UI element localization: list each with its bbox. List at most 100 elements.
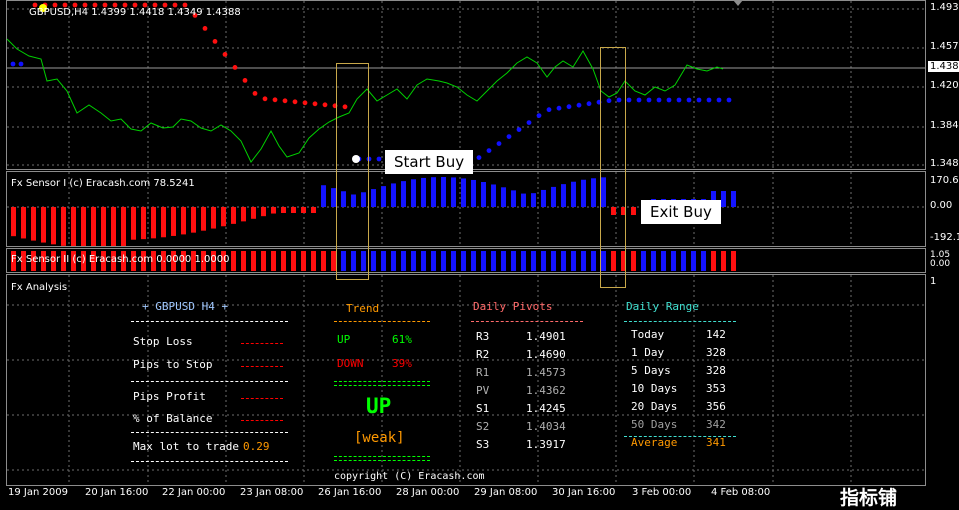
sensor1-bar (231, 207, 236, 224)
shift-marker-icon[interactable] (733, 0, 743, 6)
stop-loss-label: Stop Loss (133, 335, 193, 348)
sensor1-bar (61, 207, 66, 246)
sensor1-bar (381, 186, 386, 207)
pips-to-stop-label: Pips to Stop (133, 358, 213, 371)
sar-dot-blue (646, 97, 652, 103)
pivot-row-value: 1.4690 (526, 348, 566, 361)
sar-dot-red (322, 102, 328, 108)
sensor2-bar (641, 251, 646, 271)
range-title: Daily Range (626, 300, 699, 313)
sensor1-bar (731, 191, 736, 207)
pivot-row-value: 1.3917 (526, 438, 566, 451)
range-row-value: 353 (706, 382, 726, 395)
sensor1-bar (241, 207, 246, 222)
price-ylabel: 1.457 (930, 41, 959, 52)
sar-dot-red (302, 100, 308, 106)
divider (131, 321, 288, 322)
divider (334, 460, 430, 461)
sensor1-bar (511, 190, 516, 207)
trend-up-pct: 61% (392, 333, 412, 346)
divider (334, 321, 430, 322)
sar-dot-blue (586, 101, 592, 107)
sensor2-bar (731, 251, 736, 271)
sensor2-bar (311, 251, 316, 271)
range-row-value: 142 (706, 328, 726, 341)
sensor2-bar (581, 251, 586, 271)
sar-dot-blue (716, 97, 722, 103)
start-buy-callout: Start Buy (385, 150, 474, 174)
sar-dot-blue (496, 141, 502, 147)
sar-dot-blue (566, 104, 572, 110)
trend-title: Trend (346, 302, 380, 315)
sensor1-panel[interactable]: Fx Sensor I (c) Eracash.com 78.5241 (6, 171, 926, 247)
divider (334, 381, 430, 382)
sar-dot-blue (546, 107, 552, 113)
divider (131, 432, 288, 433)
sensor2-bar (721, 251, 726, 271)
range-row-value: 341 (706, 436, 726, 449)
pivot-row-value: 1.4901 (526, 330, 566, 343)
sar-dot-red (232, 65, 238, 70)
price-ylabel: 1.384 (930, 120, 959, 131)
sensor1-bar (721, 191, 726, 207)
sensor2-bar (541, 251, 546, 271)
sensor1-bar (391, 183, 396, 207)
sensor1-ylabel: -192.1 (930, 232, 959, 243)
sensor1-bar (171, 207, 176, 236)
sensor1-bar (211, 207, 216, 229)
price-chart (7, 1, 925, 169)
exit-buy-highlight (600, 47, 626, 288)
sensor2-bar (241, 251, 246, 271)
time-label: 4 Feb 08:00 (711, 487, 771, 498)
sensor2-bar (391, 251, 396, 271)
pivot-row-label: R3 (476, 330, 490, 343)
pivots-title: Daily Pivots (473, 300, 553, 313)
max-lot-label: Max lot to trade (133, 440, 239, 453)
sensor2-bar (381, 251, 386, 271)
sensor2-bar (471, 251, 476, 271)
sensor1-bar (21, 207, 26, 239)
sensor2-bar (591, 251, 596, 271)
sensor1-bar (491, 184, 496, 207)
sar-dot-blue (576, 102, 582, 108)
sensor2-bar (501, 251, 506, 271)
time-label: 3 Feb 00:00 (632, 487, 692, 498)
sensor2-bar (441, 251, 446, 271)
max-lot-value: 0.29 (243, 440, 270, 453)
sar-dot-blue (486, 148, 492, 154)
sensor2-ylabel: 0.00 (930, 259, 951, 269)
sensor2-bar (551, 251, 556, 271)
range-row-value: 356 (706, 400, 726, 413)
pivot-row-value: 1.4245 (526, 402, 566, 415)
sensor2-bar (491, 251, 496, 271)
sensor1-bar (121, 207, 126, 246)
sensor1-bar (101, 207, 106, 246)
divider (471, 321, 583, 322)
sensor2-bar (711, 251, 716, 271)
sar-dot-blue (696, 97, 702, 103)
current-price-label: 1.438 (928, 61, 959, 72)
trend-strength: [weak] (354, 430, 405, 446)
time-label: 22 Jan 00:00 (162, 487, 226, 498)
sensor2-bar (701, 251, 706, 271)
sensor1-bar (311, 207, 316, 213)
sensor1-bar (51, 207, 56, 245)
divider (624, 436, 736, 437)
price-panel[interactable]: GBPUSD,H4 1.4399 1.4418 1.4349 1.4388 (6, 0, 926, 170)
time-label: 28 Jan 00:00 (396, 487, 460, 498)
pips-to-stop-value (241, 366, 283, 367)
price-ylabel: 1.348 (930, 158, 959, 169)
sar-dot-blue (556, 105, 562, 111)
divider (624, 321, 736, 322)
sensor2-panel[interactable]: Fx Sensor II (c) Eracash.com 0.0000 1.00… (6, 248, 926, 273)
sar-dot-blue (516, 127, 522, 132)
sar-dot-red (262, 96, 268, 102)
sensor2-bar (461, 251, 466, 271)
sensor1-bar (571, 181, 576, 207)
sensor2-bar (231, 251, 236, 271)
sensor1-bar (111, 207, 116, 246)
price-ylabel: 1.420 (930, 80, 959, 91)
divider (131, 461, 288, 462)
sensor2-bar (401, 251, 406, 271)
sensor1-bar (541, 189, 546, 207)
